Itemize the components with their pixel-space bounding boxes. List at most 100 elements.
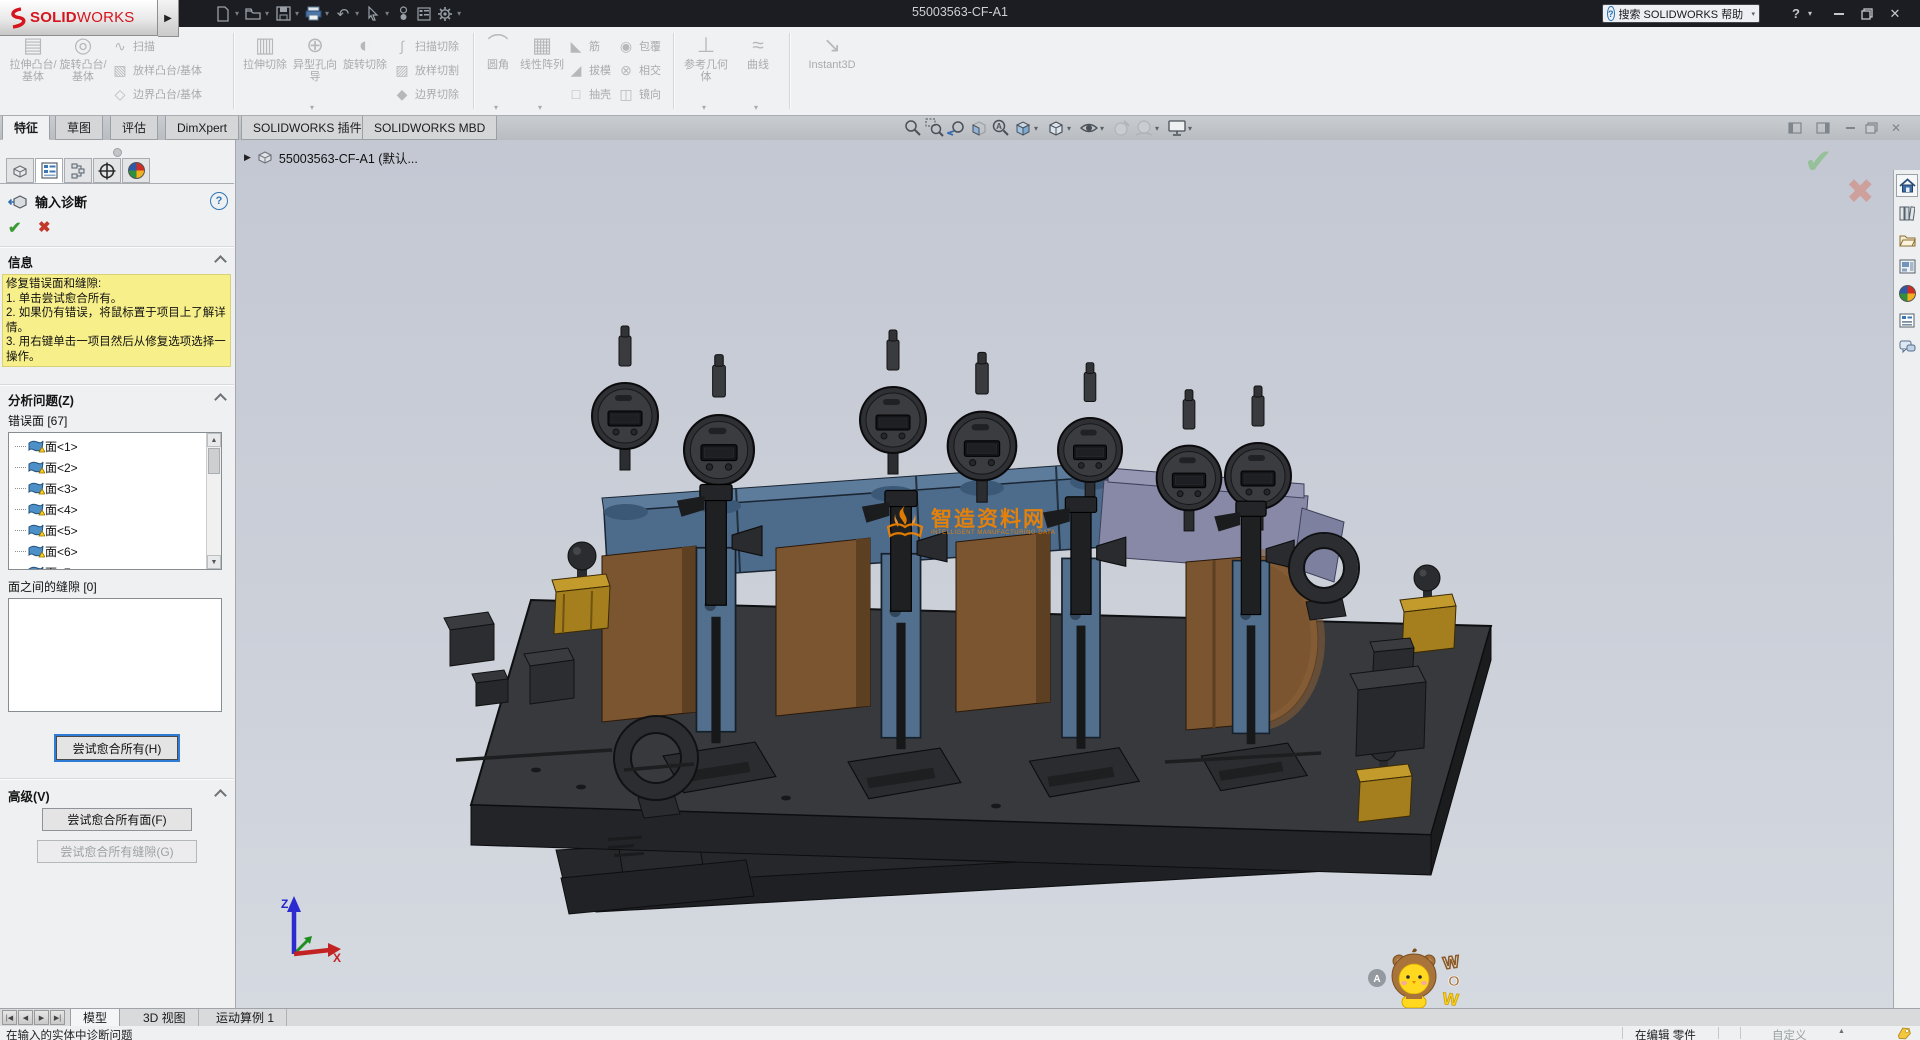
3d-model[interactable] xyxy=(356,250,1656,950)
scroll-up-icon[interactable]: ▲ xyxy=(207,433,221,447)
tab-dimxpert[interactable]: DimXpert xyxy=(165,116,239,140)
list-item-face[interactable]: 面<4> xyxy=(9,499,221,520)
info-collapse-chevron[interactable] xyxy=(214,255,227,268)
ribbon-extrude-cut-button[interactable]: ▥拉伸切除 xyxy=(240,33,290,71)
edit-appearance-icon[interactable] xyxy=(1112,118,1132,138)
search-input[interactable]: 搜索 SOLIDWORKS 帮助 xyxy=(1619,6,1744,22)
curves-dropdown[interactable]: ▾ xyxy=(754,103,758,112)
panel-splitter-handle[interactable] xyxy=(113,148,122,157)
ribbon-boundary-boss-button[interactable]: ◇边界凸台/基体 xyxy=(112,83,202,105)
heal-all-faces-button[interactable]: 尝试愈合所有面(F) xyxy=(42,808,192,831)
flyout-arrow-icon[interactable]: ▶ xyxy=(244,152,251,163)
list-item-face[interactable]: 面<3> xyxy=(9,478,221,499)
tab-evaluate[interactable]: 评估 xyxy=(110,116,158,140)
document-node-label[interactable]: 55003563-CF-A1 (默认... xyxy=(279,148,418,167)
collapse-right-pane-icon[interactable] xyxy=(1814,120,1832,136)
collapse-left-pane-icon[interactable] xyxy=(1786,120,1804,136)
hide-show-items-icon[interactable] xyxy=(1079,118,1099,138)
zoom-to-area-icon[interactable] xyxy=(925,118,945,138)
tab-display-manager[interactable] xyxy=(122,158,150,183)
ribbon-loft-boss-button[interactable]: ▧放样凸台/基体 xyxy=(112,59,202,81)
tab-motion-study[interactable]: 运动算例 1 xyxy=(204,1009,287,1026)
save-icon[interactable] xyxy=(274,5,292,23)
cancel-button[interactable]: ✖ xyxy=(38,218,51,236)
tab-model[interactable]: 模型 xyxy=(70,1009,120,1027)
last-tab-button[interactable]: ▶| xyxy=(50,1010,65,1025)
ribbon-revolve-cut-button[interactable]: ◐旋转切除 xyxy=(340,33,390,71)
close-button[interactable]: ✕ xyxy=(1884,0,1906,27)
design-library-icon[interactable] xyxy=(1896,201,1918,224)
tab-configuration-manager[interactable] xyxy=(64,158,92,183)
custom-properties-icon[interactable] xyxy=(1896,309,1918,332)
list-item-face[interactable]: 面<7> xyxy=(9,562,221,570)
view-orientation-icon[interactable] xyxy=(1013,118,1033,138)
feature-list-icon[interactable] xyxy=(415,5,433,23)
analyze-section-header[interactable]: 分析问题(Z) xyxy=(8,390,74,409)
tab-3d-views[interactable]: 3D 视图 xyxy=(131,1009,199,1026)
print-icon[interactable] xyxy=(304,5,322,23)
previous-view-icon[interactable] xyxy=(947,118,967,138)
prev-tab-button[interactable]: ◀ xyxy=(18,1010,33,1025)
hide-show-items-dropdown[interactable]: ▾ xyxy=(1100,124,1104,133)
appearances-icon[interactable] xyxy=(1896,282,1918,305)
ribbon-reference-geometry-button[interactable]: ⊥参考几何体 xyxy=(680,33,732,83)
logo-flyout-arrow[interactable]: ▶ xyxy=(158,0,179,37)
list-item-face[interactable]: 面<6> xyxy=(9,541,221,562)
list-item-face[interactable]: 面<2> xyxy=(9,457,221,478)
view-settings-dropdown[interactable]: ▾ xyxy=(1188,124,1192,133)
advanced-section-header[interactable]: 高级(V) xyxy=(8,786,50,805)
ribbon-extrude-boss-button[interactable]: ▤拉伸凸台/基体 xyxy=(8,33,58,83)
ribbon-draft-button[interactable]: ◢拔模 xyxy=(568,59,611,81)
open-file-dropdown[interactable]: ▾ xyxy=(265,9,269,18)
tab-solidworks-mbd[interactable]: SOLIDWORKS MBD xyxy=(362,116,497,140)
ribbon-instant3d-button[interactable]: ↘Instant3D xyxy=(800,33,864,71)
heal-all-button[interactable]: 尝试愈合所有(H) xyxy=(56,736,178,760)
file-explorer-icon[interactable] xyxy=(1896,228,1918,251)
reference-geometry-dropdown[interactable]: ▾ xyxy=(702,103,706,112)
options-gear-icon[interactable] xyxy=(436,5,454,23)
tab-feature-manager[interactable] xyxy=(6,158,34,183)
confirm-cancel-icon[interactable]: ✖ xyxy=(1846,172,1875,212)
restore-button[interactable] xyxy=(1856,0,1878,27)
feature-tree-flyout[interactable]: ▶ 55003563-CF-A1 (默认... xyxy=(244,148,418,167)
ribbon-rib-button[interactable]: ◣筋 xyxy=(568,35,611,57)
view-orientation-dropdown[interactable]: ▾ xyxy=(1034,124,1038,133)
tag-icon[interactable] xyxy=(1896,1026,1912,1040)
view-palette-icon[interactable] xyxy=(1896,255,1918,278)
analyze-collapse-chevron[interactable] xyxy=(214,393,227,406)
undo-dropdown[interactable]: ▾ xyxy=(355,9,359,18)
display-style-dropdown[interactable]: ▾ xyxy=(1067,124,1071,133)
tab-dimxpert-manager[interactable] xyxy=(93,158,121,183)
graphics-viewport[interactable]: ▶ 55003563-CF-A1 (默认... xyxy=(236,140,1920,1008)
select-icon[interactable] xyxy=(364,5,382,23)
section-view-icon[interactable] xyxy=(969,118,989,138)
fillet-dropdown[interactable]: ▾ xyxy=(494,103,498,112)
select-dropdown[interactable]: ▾ xyxy=(385,9,389,18)
view-annotations-icon[interactable]: A xyxy=(991,118,1011,138)
first-tab-button[interactable]: |◀ xyxy=(2,1010,17,1025)
ribbon-fillet-button[interactable]: ⌒圆角 xyxy=(478,33,518,71)
ribbon-loft-cut-button[interactable]: ▨放样切割 xyxy=(394,59,459,81)
confirm-accept-icon[interactable]: ✔ xyxy=(1804,142,1833,182)
status-expand-icon[interactable]: ▲ xyxy=(1838,1028,1845,1035)
new-file-icon[interactable] xyxy=(214,5,232,23)
options-dropdown[interactable]: ▾ xyxy=(457,9,461,18)
next-tab-button[interactable]: ▶ xyxy=(34,1010,49,1025)
ribbon-sweep-cut-button[interactable]: ∫扫描切除 xyxy=(394,35,459,57)
ribbon-revolve-boss-button[interactable]: ◎旋转凸台/基体 xyxy=(58,33,108,83)
doc-restore-icon[interactable] xyxy=(1862,120,1880,136)
ribbon-intersect-button[interactable]: ⊗相交 xyxy=(618,59,661,81)
linear-pattern-dropdown[interactable]: ▾ xyxy=(538,103,542,112)
panel-help-icon[interactable]: ? xyxy=(210,192,228,210)
doc-minimize-icon[interactable] xyxy=(1841,120,1859,136)
search-dropdown[interactable]: ▾ xyxy=(1751,10,1755,18)
home-icon[interactable] xyxy=(1896,174,1918,197)
save-dropdown[interactable]: ▾ xyxy=(295,9,299,18)
ribbon-wrap-button[interactable]: ◉包覆 xyxy=(618,35,661,57)
scroll-down-icon[interactable]: ▼ xyxy=(207,555,221,569)
ribbon-hole-wizard-button[interactable]: ⊕异型孔向导 xyxy=(290,33,340,83)
tab-features[interactable]: 特征 xyxy=(2,116,50,140)
ribbon-boundary-cut-button[interactable]: ◆边界切除 xyxy=(394,83,459,105)
advanced-collapse-chevron[interactable] xyxy=(214,789,227,802)
help-button[interactable]: ? xyxy=(1788,0,1804,27)
